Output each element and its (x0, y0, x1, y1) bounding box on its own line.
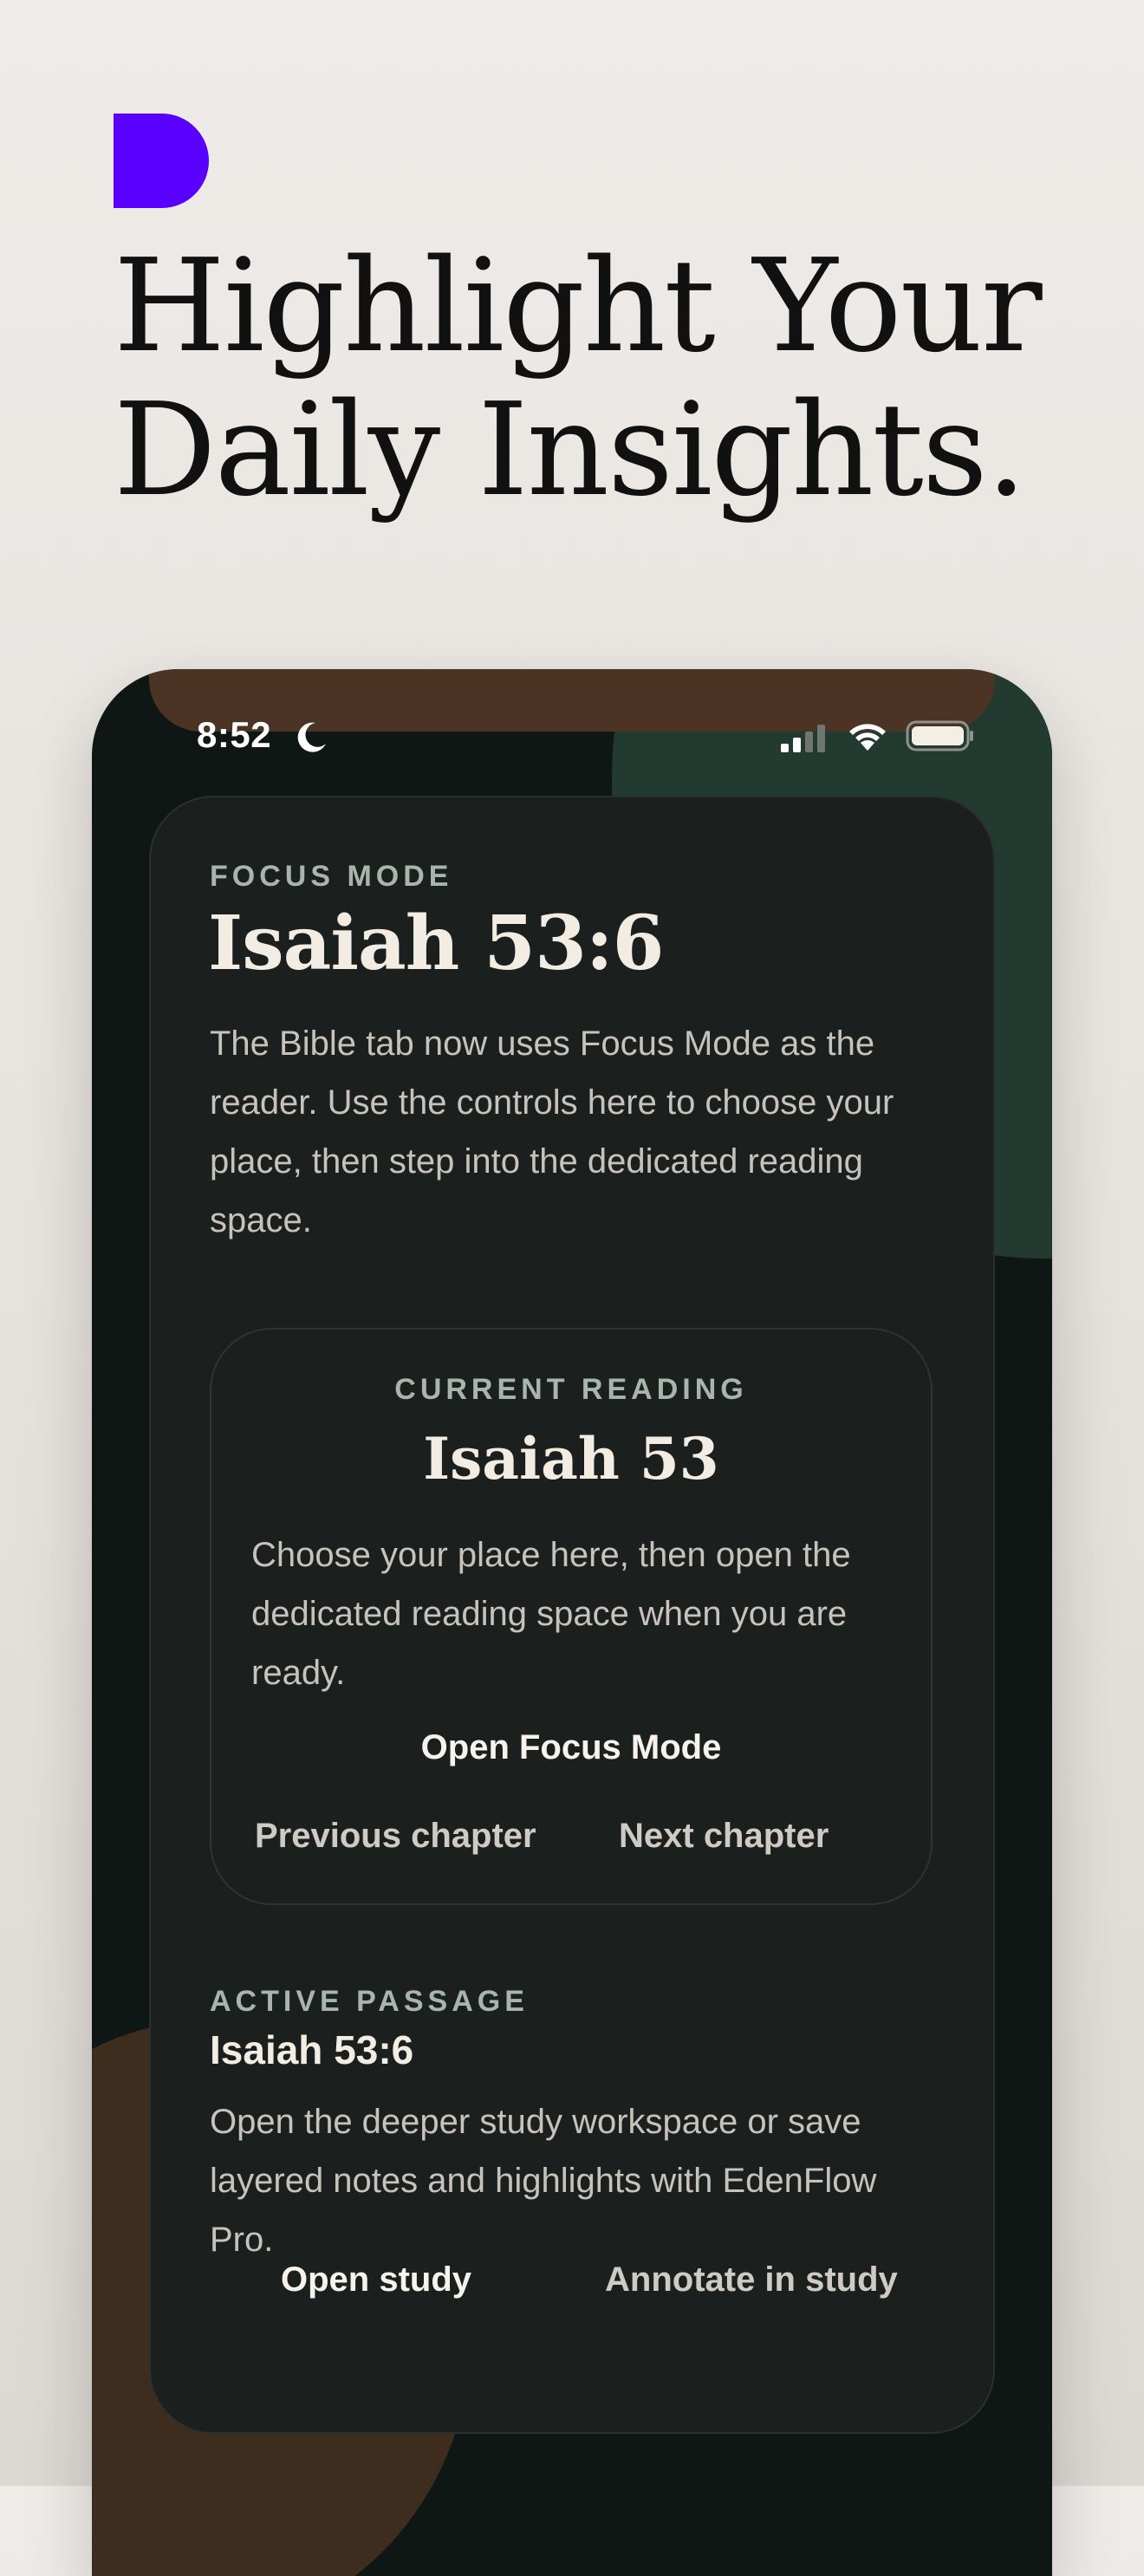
brand-logo (114, 114, 209, 208)
cellular-signal-icon (781, 725, 825, 752)
annotate-in-study-button[interactable]: Annotate in study (605, 2261, 898, 2300)
wifi-icon (849, 724, 886, 751)
focus-mode-card: FOCUS MODE Isaiah 53:6 The Bible tab now… (149, 796, 995, 2434)
marketing-headline: Highlight Your Daily Insights. (114, 234, 1067, 522)
status-bar: 8:52 (92, 669, 1052, 790)
status-time: 8:52 (197, 714, 272, 755)
previous-chapter-button[interactable]: Previous chapter (255, 1817, 536, 1856)
battery-icon (906, 720, 973, 751)
next-chapter-button[interactable]: Next chapter (619, 1817, 829, 1856)
headline-line-2: Daily Insights. (114, 375, 1027, 524)
current-reading-panel: CURRENT READING Isaiah 53 Choose your pl… (210, 1328, 933, 1905)
phone-screen: 8:52 FOCUS MODE Isaiah 53:6 The Bible ta… (92, 669, 1052, 2576)
open-focus-mode-button[interactable]: Open Focus Mode (211, 1728, 931, 1767)
active-passage-description: Open the deeper study workspace or save … (210, 2103, 877, 2259)
open-study-button[interactable]: Open study (281, 2261, 471, 2300)
current-reading-eyebrow: CURRENT READING (394, 1373, 748, 1406)
focus-mode-eyebrow: FOCUS MODE (210, 860, 453, 893)
focus-mode-description: The Bible tab now uses Focus Mode as the… (210, 1025, 894, 1239)
active-passage-title: Isaiah 53:6 (210, 2027, 414, 2072)
moon-icon (297, 722, 326, 752)
active-passage-eyebrow: ACTIVE PASSAGE (210, 1985, 529, 2018)
current-reading-title: Isaiah 53 (423, 1425, 719, 1493)
current-reading-description: Choose your place here, then open the de… (251, 1536, 851, 1692)
headline-line-1: Highlight Your (114, 231, 1043, 381)
focus-mode-title: Isaiah 53:6 (208, 900, 664, 987)
